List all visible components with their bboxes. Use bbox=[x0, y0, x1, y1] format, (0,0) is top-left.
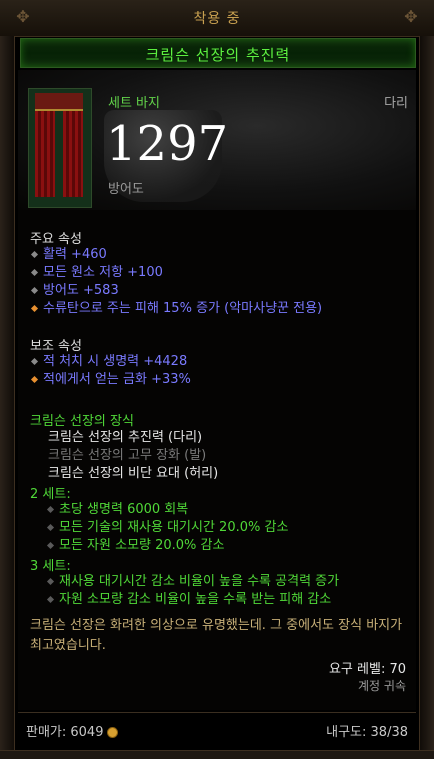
primary-stat: 모든 원소 저항 +100 bbox=[30, 264, 163, 282]
bullet-icon bbox=[30, 250, 39, 259]
item-display: 세트 바지 다리 1297 방어도 bbox=[18, 70, 416, 210]
set-bonus: 자원 소모량 감소 비율이 높을 수록 받는 피해 감소 bbox=[46, 591, 332, 609]
stat-text: 적 처치 시 생명력 +4428 bbox=[43, 354, 188, 369]
sell-price-text: 판매가: 6049 bbox=[26, 725, 104, 740]
tooltip-content: 세트 바지 다리 1297 방어도 주요 속성 활력 +460 모든 원소 저항… bbox=[18, 70, 416, 710]
stat-text: 활력 +460 bbox=[43, 247, 107, 262]
armor-value: 1297 bbox=[106, 116, 229, 172]
pants-waist bbox=[35, 93, 83, 111]
equipped-label: 착용 중 bbox=[193, 11, 241, 27]
set-piece: 크림슨 선장의 비단 요대 (허리) bbox=[48, 466, 219, 481]
bullet-icon bbox=[46, 577, 55, 586]
item-name: 크림슨 선장의 추진력 bbox=[145, 46, 291, 64]
bonus-text: 자원 소모량 감소 비율이 높을 수록 받는 피해 감소 bbox=[59, 592, 332, 607]
set-piece: 크림슨 선장의 추진력 (다리) bbox=[48, 430, 203, 445]
bullet-icon bbox=[30, 357, 39, 366]
stat-text: 방어도 +583 bbox=[43, 283, 119, 298]
bonus-text: 모든 자원 소모량 20.0% 감소 bbox=[59, 538, 225, 553]
secondary-stat: 적에게서 얻는 금화 +33% bbox=[30, 371, 191, 389]
set-bonus: 초당 생명력 6000 회복 bbox=[46, 501, 189, 519]
frame-right bbox=[419, 36, 434, 759]
bullet-icon bbox=[30, 268, 39, 277]
item-type: 세트 바지 bbox=[108, 96, 160, 111]
set-bonus: 모든 기술의 재사용 대기시간 20.0% 감소 bbox=[46, 519, 289, 537]
secondary-title: 보조 속성 bbox=[30, 339, 82, 354]
level-requirement: 요구 레벨: 70 bbox=[328, 662, 406, 677]
legendary-bullet-icon bbox=[30, 304, 39, 313]
flavor-text: 크림슨 선장은 화려한 의상으로 유명했는데. 그 중에서도 장식 바지가 최고… bbox=[30, 618, 403, 653]
bullet-icon bbox=[30, 286, 39, 295]
bullet-icon bbox=[46, 505, 55, 514]
bullet-icon bbox=[46, 541, 55, 550]
pants-icon bbox=[28, 88, 92, 208]
primary-title: 주요 속성 bbox=[30, 232, 82, 247]
stat-text: 모든 원소 저항 +100 bbox=[43, 265, 163, 280]
sell-price: 판매가: 6049 bbox=[26, 721, 119, 740]
frame-left bbox=[0, 36, 15, 759]
stat-text: 적에게서 얻는 금화 +33% bbox=[43, 372, 191, 387]
bullet-icon bbox=[46, 523, 55, 532]
set-title: 크림슨 선장의 장식 bbox=[30, 414, 134, 429]
set-bonus-3-heading: 3 세트: bbox=[30, 559, 71, 574]
pants-leg bbox=[63, 111, 83, 197]
item-slot: 다리 bbox=[384, 96, 408, 111]
frame-bottom bbox=[0, 750, 434, 759]
item-tooltip: ✥ 착용 중 ✥ 크림슨 선장의 추진력 세트 바지 다리 1297 방어도 주… bbox=[0, 0, 434, 759]
set-bonus: 재사용 대기시간 감소 비율이 높을 수록 공격력 증가 bbox=[46, 573, 340, 591]
stat-text: 수류탄으로 주는 피해 15% 증가 (악마사냥꾼 전용) bbox=[43, 301, 323, 316]
bonus-text: 재사용 대기시간 감소 비율이 높을 수록 공격력 증가 bbox=[59, 574, 340, 589]
tooltip-footer: 판매가: 6049 내구도: 38/38 bbox=[18, 712, 416, 743]
primary-stat: 수류탄으로 주는 피해 15% 증가 (악마사냥꾼 전용) bbox=[30, 300, 323, 318]
ornament-icon: ✥ bbox=[404, 7, 418, 26]
bonus-text: 모든 기술의 재사용 대기시간 20.0% 감소 bbox=[59, 520, 289, 535]
gold-coin-icon bbox=[107, 727, 119, 738]
legendary-bullet-icon bbox=[30, 375, 39, 384]
set-bonus-2-heading: 2 세트: bbox=[30, 487, 71, 502]
set-piece: 크림슨 선장의 고무 장화 (발) bbox=[48, 448, 207, 463]
item-name-bar: 크림슨 선장의 추진력 bbox=[20, 38, 416, 68]
bonus-text: 초당 생명력 6000 회복 bbox=[59, 502, 189, 517]
equipped-header: ✥ 착용 중 ✥ bbox=[0, 0, 434, 37]
armor-label: 방어도 bbox=[108, 182, 144, 197]
set-bonus: 모든 자원 소모량 20.0% 감소 bbox=[46, 537, 225, 555]
primary-stat: 방어도 +583 bbox=[30, 282, 119, 300]
secondary-stat: 적 처치 시 생명력 +4428 bbox=[30, 353, 188, 371]
primary-stat: 활력 +460 bbox=[30, 246, 107, 264]
bullet-icon bbox=[46, 595, 55, 604]
durability: 내구도: 38/38 bbox=[326, 725, 408, 740]
binding-status: 계정 귀속 bbox=[358, 679, 406, 693]
pants-leg bbox=[35, 111, 55, 197]
